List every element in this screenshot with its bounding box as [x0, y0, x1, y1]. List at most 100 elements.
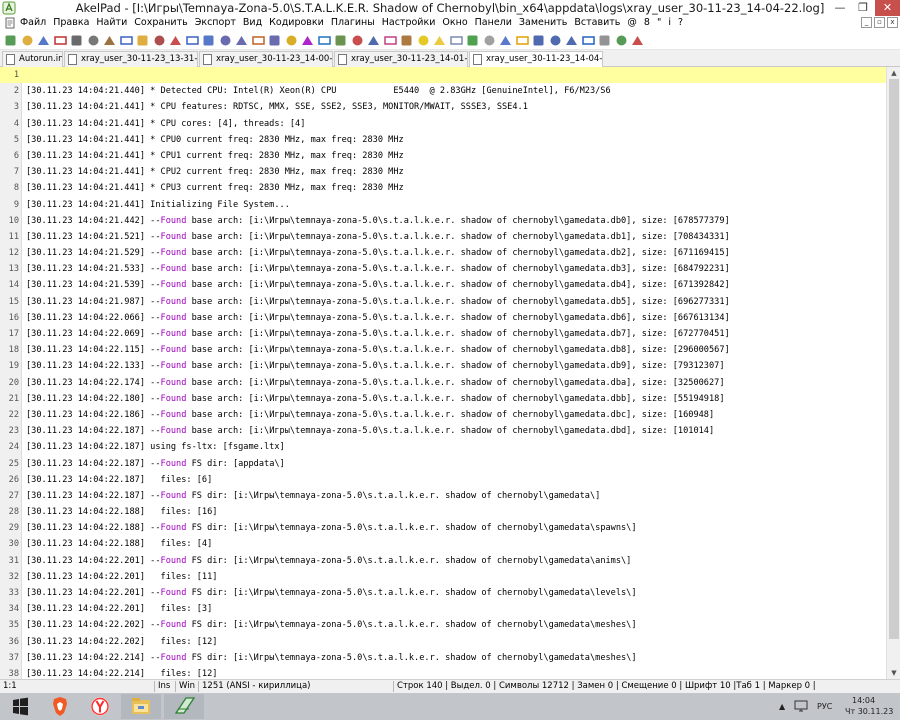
text-line[interactable]: 11 [30.11.23 14:04:21.521] --Found base a… — [0, 229, 886, 245]
text-line[interactable]: 38 [30.11.23 14:04:22.214] files: [12] — [0, 666, 886, 679]
brush-icon[interactable] — [399, 33, 414, 48]
text-line[interactable]: 23 [30.11.23 14:04:22.187] --Found base a… — [0, 423, 886, 439]
menu-item[interactable]: ? — [678, 17, 683, 28]
text-line[interactable]: 13 [30.11.23 14:04:21.533] --Found base a… — [0, 261, 886, 277]
mdi-close-button[interactable]: x — [887, 17, 898, 28]
text-line[interactable]: 34 [30.11.23 14:04:22.201] files: [3] — [0, 601, 886, 617]
scroll-thumb[interactable] — [889, 79, 899, 639]
text-line[interactable]: 10 [30.11.23 14:04:21.442] --Found base a… — [0, 213, 886, 229]
insert-mode[interactable]: Ins — [158, 681, 170, 691]
mdi-minimize-button[interactable]: _ — [861, 17, 872, 28]
text-line[interactable]: 5 [30.11.23 14:04:21.441] * CPU0 current … — [0, 132, 886, 148]
text-line[interactable]: 18 [30.11.23 14:04:22.115] --Found base a… — [0, 342, 886, 358]
yandex-browser-icon[interactable] — [80, 694, 120, 719]
undo-icon[interactable] — [185, 33, 200, 48]
spellcheck-icon[interactable] — [350, 33, 365, 48]
akelpad-icon[interactable] — [164, 694, 204, 719]
text-line[interactable]: 37 [30.11.23 14:04:22.214] --Found FS dir… — [0, 650, 886, 666]
eraser-icon[interactable] — [482, 33, 497, 48]
tab-5[interactable]: xray_user_30-11-23_14-04-22.log — [469, 51, 603, 68]
language-indicator[interactable]: РУС — [817, 702, 832, 711]
codepage[interactable]: 1251 (ANSI - кириллица) — [202, 681, 310, 691]
brave-browser-icon[interactable] — [40, 694, 80, 719]
clock-time[interactable]: 14:04 — [852, 696, 875, 705]
scroll-up-arrow-icon[interactable]: ▲ — [887, 67, 900, 79]
text-line[interactable]: 16 [30.11.23 14:04:22.066] --Found base a… — [0, 310, 886, 326]
cut-icon[interactable] — [152, 33, 167, 48]
newline-format[interactable]: Win — [179, 681, 195, 691]
document-icon[interactable] — [4, 17, 16, 29]
wordwrap-icon[interactable] — [333, 33, 348, 48]
menu-item[interactable]: Найти — [96, 17, 127, 28]
text-line[interactable]: 22 [30.11.23 14:04:22.186] --Found base a… — [0, 407, 886, 423]
color-icon[interactable] — [383, 33, 398, 48]
text-line[interactable]: 3 [30.11.23 14:04:21.441] * CPU features:… — [0, 99, 886, 115]
tray-expand-icon[interactable]: ▲ — [779, 702, 785, 711]
menu-item[interactable]: Настройки — [382, 17, 436, 28]
text-line[interactable]: 30 [30.11.23 14:04:22.188] files: [4] — [0, 536, 886, 552]
menu-item[interactable]: Вставить — [574, 17, 620, 28]
plugin-icon[interactable] — [465, 33, 480, 48]
menu-item[interactable]: Панели — [475, 17, 512, 28]
find-icon[interactable] — [218, 33, 233, 48]
marker-icon[interactable] — [515, 33, 530, 48]
text-icon[interactable] — [531, 33, 546, 48]
rect-icon[interactable] — [86, 33, 101, 48]
editor-area[interactable]: 1 2 [30.11.23 14:04:21.440] * Detected CPU… — [0, 67, 886, 679]
text-line[interactable]: 31 [30.11.23 14:04:22.201] --Found FS dir… — [0, 553, 886, 569]
menu-item[interactable]: Заменить — [519, 17, 567, 28]
close-button[interactable]: ✕ — [875, 0, 900, 16]
scroll-down-arrow-icon[interactable]: ▼ — [887, 667, 900, 679]
text-line[interactable]: 9 [30.11.23 14:04:21.441] Initializing Fi… — [0, 197, 886, 213]
menu-item[interactable]: Файл — [20, 17, 46, 28]
tab-4[interactable]: xray_user_30-11-23_14-01-08.log — [334, 51, 468, 67]
minimize-button[interactable]: — — [829, 0, 851, 16]
text-line[interactable]: 1 — [0, 67, 886, 84]
menu-item[interactable]: Правка — [53, 17, 89, 28]
vertical-scrollbar[interactable]: ▲ ▼ — [886, 67, 900, 679]
settings-icon[interactable] — [597, 33, 612, 48]
replace-icon[interactable] — [251, 33, 266, 48]
redo-icon[interactable] — [201, 33, 216, 48]
menu-item[interactable]: Вид — [243, 17, 262, 28]
text-line[interactable]: 14 [30.11.23 14:04:21.539] --Found base a… — [0, 277, 886, 293]
bulb-icon[interactable] — [432, 33, 447, 48]
text-line[interactable]: 26 [30.11.23 14:04:22.187] files: [6] — [0, 472, 886, 488]
text-line[interactable]: 28 [30.11.23 14:04:22.188] files: [16] — [0, 504, 886, 520]
exit-icon[interactable] — [630, 33, 645, 48]
menu-item[interactable]: 8 — [644, 17, 650, 28]
print-icon[interactable] — [69, 33, 84, 48]
text-line[interactable]: 33 [30.11.23 14:04:22.201] --Found FS dir… — [0, 585, 886, 601]
copy-icon[interactable] — [119, 33, 134, 48]
text-line[interactable]: 27 [30.11.23 14:04:22.187] --Found FS dir… — [0, 488, 886, 504]
text-line[interactable]: 25 [30.11.23 14:04:22.187] --Found FS dir… — [0, 456, 886, 472]
text-line[interactable]: 4 [30.11.23 14:04:21.441] * CPU cores: [4… — [0, 116, 886, 132]
find-next-icon[interactable] — [234, 33, 249, 48]
encoding-icon[interactable] — [300, 33, 315, 48]
target-icon[interactable] — [449, 33, 464, 48]
text-line[interactable]: 17 [30.11.23 14:04:22.069] --Found base a… — [0, 326, 886, 342]
text-line[interactable]: 8 [30.11.23 14:04:21.441] * CPU3 current … — [0, 180, 886, 196]
delete-icon[interactable] — [168, 33, 183, 48]
tab-1[interactable]: Autorun.inf — [2, 51, 63, 67]
font-icon[interactable] — [366, 33, 381, 48]
menu-item[interactable]: Кодировки — [269, 17, 324, 28]
text-line[interactable]: 20 [30.11.23 14:04:22.174] --Found base a… — [0, 375, 886, 391]
pen-icon[interactable] — [498, 33, 513, 48]
book-icon[interactable] — [102, 33, 117, 48]
clock-date[interactable]: Чт 30.11.23 — [845, 707, 893, 716]
tab-2[interactable]: xray_user_30-11-23_13-31-04.log — [64, 51, 198, 67]
menu-item[interactable]: i — [668, 17, 671, 28]
text-line[interactable]: 36 [30.11.23 14:04:22.202] files: [12] — [0, 634, 886, 650]
open-folder-icon[interactable] — [20, 33, 35, 48]
menu-item[interactable]: Плагины — [331, 17, 375, 28]
windows-start-icon[interactable] — [0, 694, 40, 719]
text-line[interactable]: 2 [30.11.23 14:04:21.440] * Detected CPU:… — [0, 83, 886, 99]
codepage-icon[interactable] — [317, 33, 332, 48]
goto-icon[interactable] — [267, 33, 282, 48]
maximize-button[interactable]: ❐ — [851, 0, 875, 16]
text-line[interactable]: 32 [30.11.23 14:04:22.201] files: [11] — [0, 569, 886, 585]
text-line[interactable]: 19 [30.11.23 14:04:22.133] --Found base a… — [0, 358, 886, 374]
text-line[interactable]: 35 [30.11.23 14:04:22.202] --Found FS dir… — [0, 617, 886, 633]
font-size-icon[interactable] — [581, 33, 596, 48]
